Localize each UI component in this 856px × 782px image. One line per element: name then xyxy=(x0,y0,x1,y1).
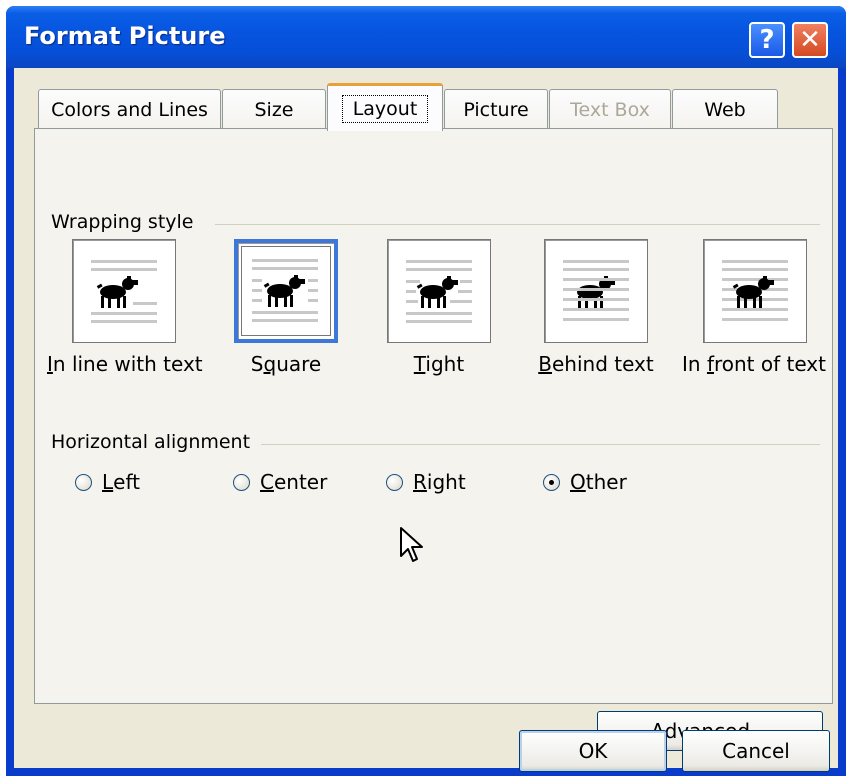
tab-layout[interactable]: Layout xyxy=(327,83,443,131)
help-icon: ? xyxy=(759,25,775,55)
radio-button[interactable] xyxy=(386,473,403,491)
radio-button[interactable] xyxy=(75,473,92,491)
align-other-radio[interactable]: Other xyxy=(543,470,627,494)
tab-web[interactable]: Web xyxy=(672,89,778,129)
tab-label: Size xyxy=(254,98,294,121)
wrapping-style-label: Wrapping style xyxy=(51,211,202,233)
close-button[interactable]: ✕ xyxy=(792,22,828,58)
tab-label: Picture xyxy=(463,98,529,121)
align-center-radio[interactable]: Center xyxy=(233,470,327,494)
radio-button[interactable] xyxy=(233,473,250,491)
alignment-group-divider xyxy=(261,444,820,445)
behind-text-label: Behind text xyxy=(538,352,654,376)
tab-label: Layout xyxy=(341,94,429,123)
inline-with-text-option[interactable] xyxy=(72,239,176,343)
align-right-radio[interactable]: Right xyxy=(386,470,466,494)
inline-with-text-label: In line with text xyxy=(47,352,203,376)
cancel-button[interactable]: Cancel xyxy=(682,730,830,772)
tab-label: Text Box xyxy=(570,98,650,121)
ok-button[interactable]: OK xyxy=(519,730,667,772)
format-picture-dialog: Format Picture ? ✕ Colors and Lines Size… xyxy=(6,6,846,776)
help-button[interactable]: ? xyxy=(749,22,785,58)
in-front-of-text-option[interactable] xyxy=(703,239,807,343)
tab-text-box: Text Box xyxy=(549,89,671,129)
behind-text-option[interactable] xyxy=(544,239,648,343)
dialog-body: Colors and Lines Size Layout Picture Tex… xyxy=(14,68,838,772)
close-icon: ✕ xyxy=(799,25,821,55)
square-label: Square xyxy=(250,352,322,376)
in-front-icon xyxy=(722,260,788,321)
behind-text-icon xyxy=(563,260,629,321)
align-left-radio[interactable]: Left xyxy=(75,470,140,494)
in-front-of-text-label: In front of text xyxy=(682,352,826,376)
inline-wrap-icon xyxy=(91,260,157,323)
tab-label: Web xyxy=(704,98,746,121)
horizontal-alignment-label: Horizontal alignment xyxy=(51,431,259,453)
tight-label: Tight xyxy=(413,352,465,376)
layout-panel: Wrapping style In line with text Square … xyxy=(34,128,833,751)
tab-label: Colors and Lines xyxy=(51,98,208,121)
tab-picture[interactable]: Picture xyxy=(444,89,548,129)
radio-button-checked[interactable] xyxy=(543,473,560,491)
title-bar[interactable]: Format Picture ? ✕ xyxy=(6,6,846,68)
mouse-cursor-icon xyxy=(400,527,423,562)
tight-option[interactable] xyxy=(387,239,491,343)
tab-size[interactable]: Size xyxy=(222,89,326,129)
square-wrap-icon xyxy=(252,259,318,322)
tab-colors-and-lines[interactable]: Colors and Lines xyxy=(38,89,221,129)
tight-wrap-icon xyxy=(406,260,472,323)
wrapping-group-divider xyxy=(215,224,820,225)
dialog-title: Format Picture xyxy=(24,22,226,50)
square-option[interactable] xyxy=(234,239,338,343)
